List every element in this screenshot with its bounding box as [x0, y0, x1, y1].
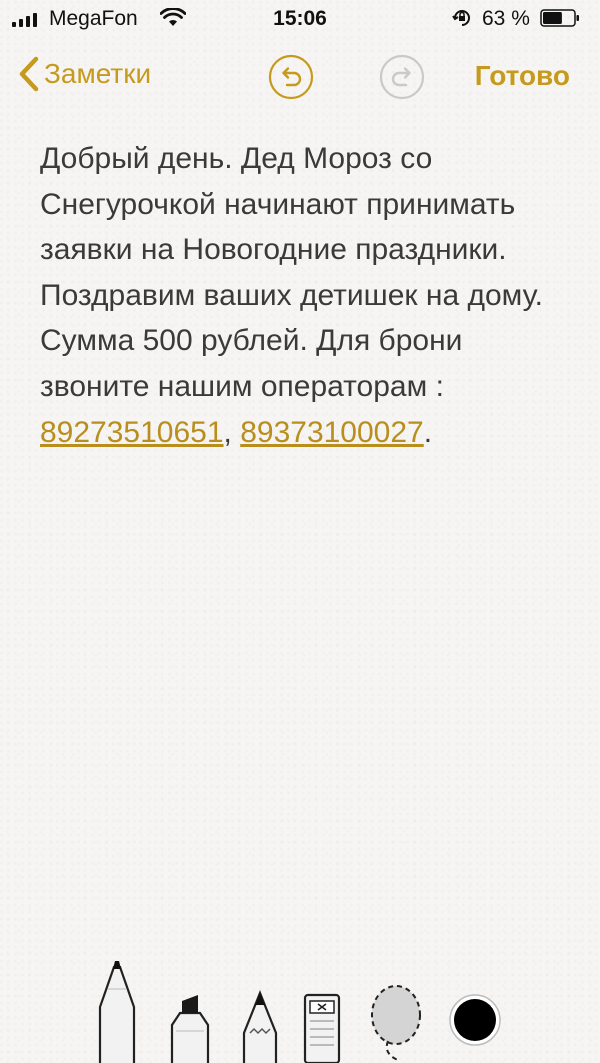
lasso-icon[interactable]: [366, 983, 426, 1063]
back-button[interactable]: Заметки: [18, 56, 151, 92]
undo-icon[interactable]: [268, 54, 314, 100]
redo-icon[interactable]: [379, 54, 425, 100]
marker-icon[interactable]: [168, 993, 212, 1063]
drawing-toolbar: [0, 953, 600, 1063]
navigation-bar: Заметки Готово: [0, 48, 600, 110]
color-picker-icon[interactable]: [448, 993, 502, 1047]
pencil-icon[interactable]: [240, 989, 280, 1063]
note-text: Добрый день. Дед Мороз со Снегурочкой на…: [40, 142, 543, 403]
done-button[interactable]: Готово: [475, 60, 570, 92]
note-body[interactable]: Добрый день. Дед Мороз со Снегурочкой на…: [40, 136, 570, 455]
status-bar: MegaFon 15:06 63 %: [0, 0, 600, 38]
rotation-lock-icon: [452, 10, 470, 26]
eraser-icon[interactable]: [302, 993, 342, 1063]
back-button-label: Заметки: [44, 58, 152, 89]
phone-link-1[interactable]: 89273510651: [40, 416, 224, 449]
phone-link-2[interactable]: 89373100027: [240, 416, 424, 449]
note-end: .: [423, 415, 433, 449]
battery-icon: [540, 9, 579, 27]
chevron-left-icon: [19, 56, 39, 92]
battery-percentage: 63 %: [482, 7, 530, 30]
pen-icon[interactable]: [96, 959, 138, 1063]
note-separator: ,: [223, 415, 241, 449]
